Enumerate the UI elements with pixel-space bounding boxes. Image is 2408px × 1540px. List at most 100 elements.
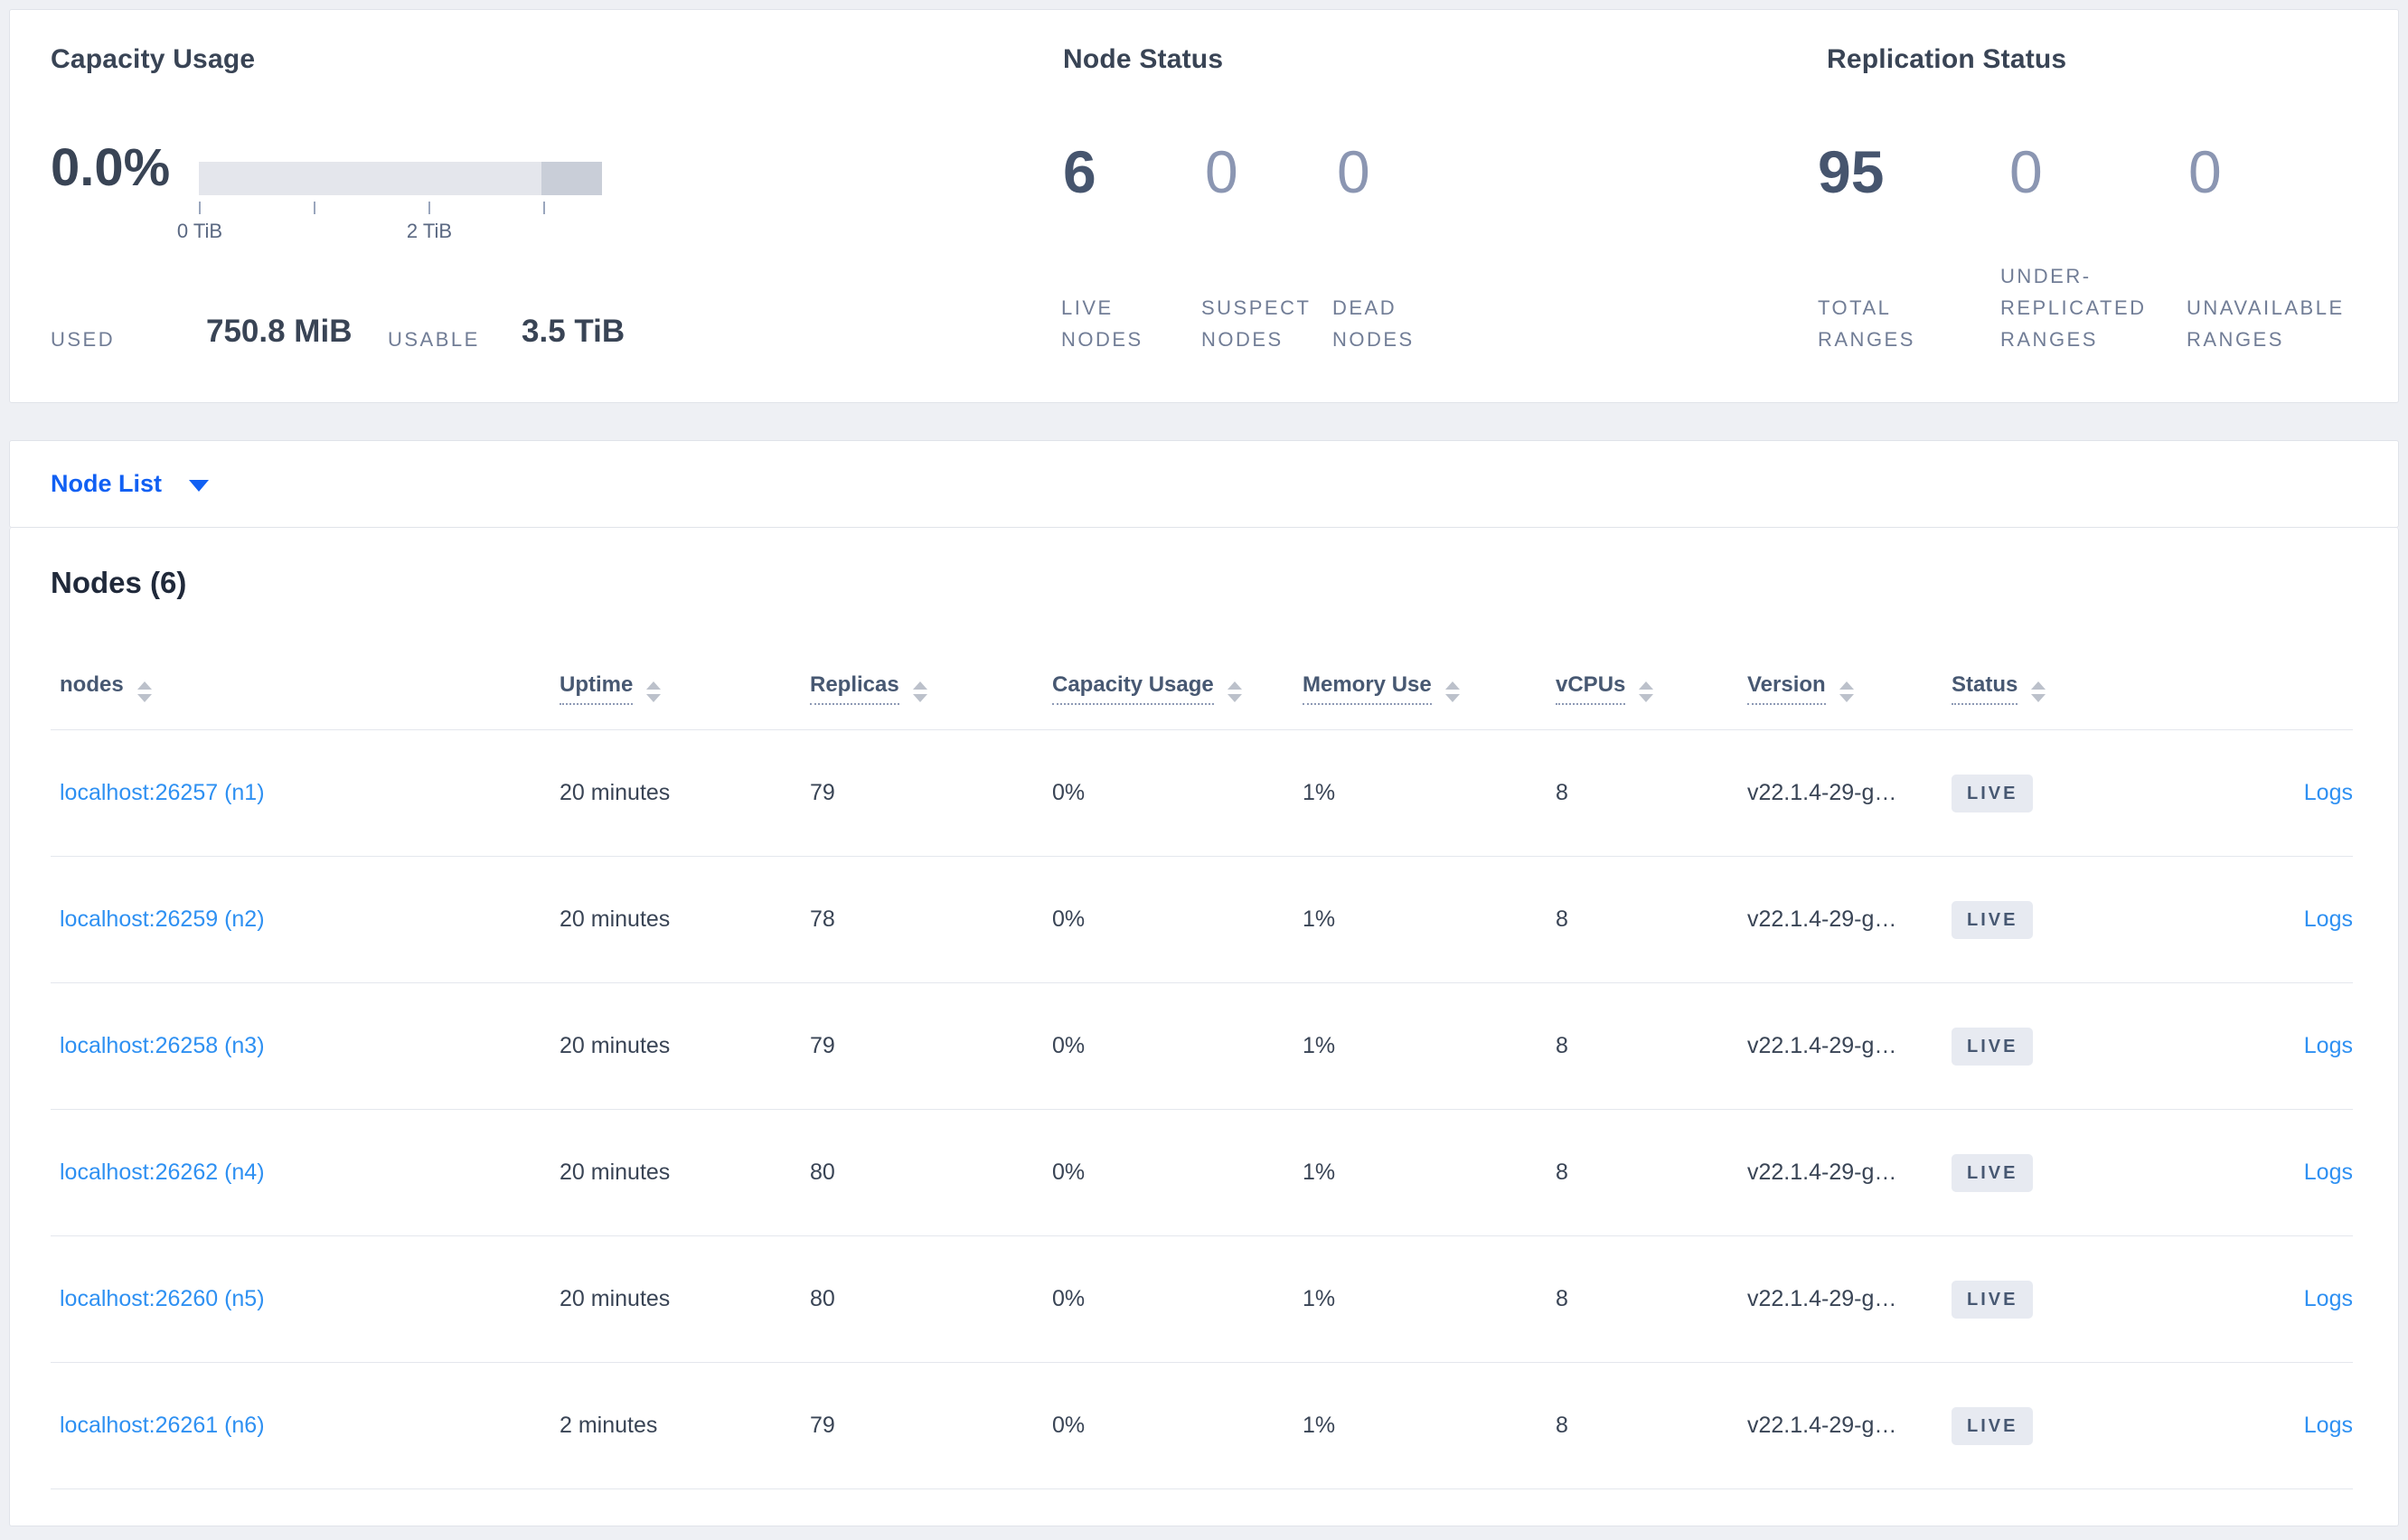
capacity-usage-title: Capacity Usage [51, 44, 256, 74]
column-header-capacity-usage[interactable]: Capacity Usage [1052, 672, 1303, 705]
suspect-nodes-count: 0 [1205, 138, 1238, 205]
table-row: localhost:26258 (n3) 20 minutes 79 0% 1%… [51, 983, 2353, 1110]
memory-cell: 1% [1303, 1286, 1336, 1311]
uptime-cell: 20 minutes [560, 780, 671, 805]
table-row: localhost:26257 (n1) 20 minutes 79 0% 1%… [51, 730, 2353, 857]
node-link-cell: localhost:26259 (n2) [51, 906, 560, 933]
node-link-cell: localhost:26258 (n3) [51, 1033, 560, 1059]
status-badge: LIVE [1952, 1280, 2034, 1319]
vcpus-cell: 8 [1556, 1160, 1568, 1185]
sort-icon [1227, 681, 1242, 702]
column-header-nodes[interactable]: nodes [51, 672, 560, 702]
table-row: localhost:26262 (n4) 20 minutes 80 0% 1%… [51, 1110, 2353, 1236]
capacity-cell: 0% [1052, 906, 1086, 932]
under-replicated-ranges-count: 0 [2009, 138, 2043, 205]
usable-value: 3.5 TiB [522, 314, 626, 349]
table-header-row: nodes Uptime Replicas Capacity Usage Mem… [51, 645, 2353, 730]
replicas-cell: 79 [810, 1413, 835, 1438]
memory-cell: 1% [1303, 1033, 1336, 1058]
replicas-cell: 80 [810, 1286, 835, 1311]
memory-cell: 1% [1303, 1413, 1336, 1438]
node-link-cell: localhost:26261 (n6) [51, 1413, 560, 1439]
sort-icon [136, 681, 152, 702]
node-link[interactable]: localhost:26257 (n1) [60, 780, 265, 805]
suspect-nodes-label: SUSPECT NODES [1201, 296, 1312, 351]
used-value: 750.8 MiB [206, 314, 353, 349]
total-ranges-count: 95 [1818, 138, 1885, 205]
logs-link[interactable]: Logs [2304, 906, 2353, 932]
nodes-section-heading: Nodes (6) [51, 566, 187, 599]
node-link[interactable]: localhost:26259 (n2) [60, 906, 265, 932]
replicas-cell: 80 [810, 1160, 835, 1185]
node-link-cell: localhost:26257 (n1) [51, 780, 560, 806]
memory-cell: 1% [1303, 906, 1336, 932]
axis-tick [314, 202, 315, 214]
column-header-status[interactable]: Status [1952, 672, 2173, 705]
logs-link[interactable]: Logs [2304, 1160, 2353, 1185]
logs-link[interactable]: Logs [2304, 1033, 2353, 1058]
version-cell: v22.1.4-29-g… [1747, 1160, 1897, 1185]
capacity-usage-bar-reserved-segment [541, 162, 602, 195]
status-badge: LIVE [1952, 774, 2034, 812]
total-ranges-label: TOTAL RANGES [1818, 296, 1915, 351]
dead-nodes-label: DEAD NODES [1332, 296, 1415, 351]
status-badge: LIVE [1952, 900, 2034, 939]
vcpus-cell: 8 [1556, 1413, 1568, 1438]
status-cell: LIVE [1952, 900, 2173, 939]
unavailable-ranges-label: UNAVAILABLE RANGES [2187, 296, 2345, 351]
status-cell: LIVE [1952, 774, 2173, 812]
vcpus-cell: 8 [1556, 1286, 1568, 1311]
table-row: localhost:26260 (n5) 20 minutes 80 0% 1%… [51, 1236, 2353, 1363]
sort-icon [1639, 681, 1654, 702]
node-link-cell: localhost:26260 (n5) [51, 1286, 560, 1312]
nodes-table-card: Nodes (6) nodes Uptime Replicas Capacity… [9, 528, 2399, 1526]
uptime-cell: 2 minutes [560, 1413, 658, 1438]
column-header-replicas[interactable]: Replicas [810, 672, 1052, 705]
logs-link[interactable]: Logs [2304, 1413, 2353, 1438]
status-cell: LIVE [1952, 1153, 2173, 1192]
status-cell: LIVE [1952, 1406, 2173, 1445]
vcpus-cell: 8 [1556, 906, 1568, 932]
version-cell: v22.1.4-29-g… [1747, 1286, 1897, 1311]
logs-cell: Logs [2173, 1033, 2353, 1059]
chevron-down-icon [189, 480, 210, 492]
sort-icon [646, 681, 662, 702]
column-header-memory-use[interactable]: Memory Use [1303, 672, 1556, 705]
version-cell: v22.1.4-29-g… [1747, 1413, 1897, 1438]
logs-cell: Logs [2173, 780, 2353, 806]
replicas-cell: 79 [810, 780, 835, 805]
node-link-cell: localhost:26262 (n4) [51, 1160, 560, 1186]
sort-icon [2031, 681, 2046, 702]
node-list-dropdown[interactable]: Node List [51, 441, 210, 527]
logs-link[interactable]: Logs [2304, 780, 2353, 805]
logs-link[interactable]: Logs [2304, 1286, 2353, 1311]
version-cell: v22.1.4-29-g… [1747, 906, 1897, 932]
axis-tick [199, 202, 201, 214]
table-row: localhost:26259 (n2) 20 minutes 78 0% 1%… [51, 857, 2353, 983]
status-cell: LIVE [1952, 1027, 2173, 1066]
column-header-vcpus[interactable]: vCPUs [1556, 672, 1747, 705]
uptime-cell: 20 minutes [560, 1160, 671, 1185]
replicas-cell: 78 [810, 906, 835, 932]
version-cell: v22.1.4-29-g… [1747, 1033, 1897, 1058]
axis-tick-label-2tib: 2 TiB [406, 220, 453, 242]
sort-icon [1444, 681, 1460, 702]
dead-nodes-count: 0 [1337, 138, 1370, 205]
node-link[interactable]: localhost:26261 (n6) [60, 1413, 265, 1438]
uptime-cell: 20 minutes [560, 1033, 671, 1058]
column-header-uptime[interactable]: Uptime [560, 672, 810, 705]
capacity-usage-percent: 0.0% [51, 138, 171, 197]
node-link[interactable]: localhost:26262 (n4) [60, 1160, 265, 1185]
nodes-table: nodes Uptime Replicas Capacity Usage Mem… [10, 645, 2398, 1489]
node-link[interactable]: localhost:26260 (n5) [60, 1286, 265, 1311]
node-link[interactable]: localhost:26258 (n3) [60, 1033, 265, 1058]
version-cell: v22.1.4-29-g… [1747, 780, 1897, 805]
sort-icon [912, 681, 927, 702]
column-header-version[interactable]: Version [1747, 672, 1952, 705]
axis-tick-label-0: 0 TiB [176, 220, 223, 242]
capacity-cell: 0% [1052, 1413, 1086, 1438]
vcpus-cell: 8 [1556, 1033, 1568, 1058]
status-badge: LIVE [1952, 1027, 2034, 1066]
status-badge: LIVE [1952, 1153, 2034, 1192]
uptime-cell: 20 minutes [560, 906, 671, 932]
